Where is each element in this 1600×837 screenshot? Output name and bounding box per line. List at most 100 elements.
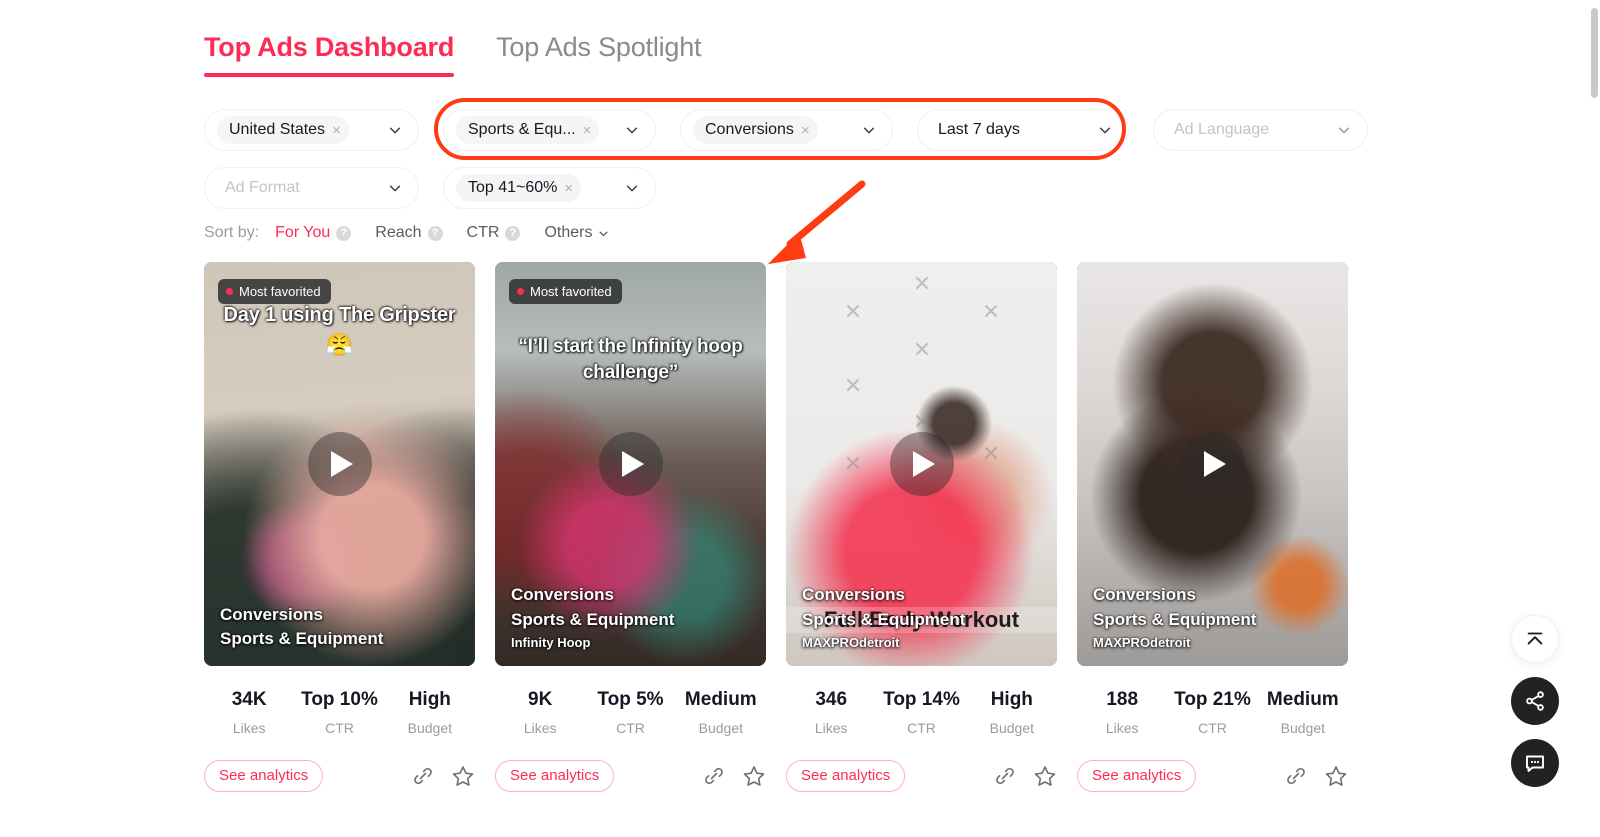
filter-region-label: United States: [229, 121, 326, 138]
see-analytics-button[interactable]: See analytics: [786, 759, 906, 792]
ad-brand: MAXPROdetroit: [1093, 634, 1191, 650]
stat-likes-value: 346: [815, 689, 848, 710]
stat-budget: High Budget: [385, 688, 475, 736]
ad-card-grid: Most favorited Day 1 using The Gripster …: [204, 262, 1348, 792]
filter-industry[interactable]: Sports & Equ... ×: [443, 109, 656, 151]
stat-budget-label: Budget: [1280, 719, 1325, 736]
chevron-down-icon: [389, 127, 401, 134]
play-button[interactable]: [598, 432, 663, 496]
star-icon[interactable]: [742, 764, 766, 788]
filter-industry-remove-icon[interactable]: ×: [582, 123, 592, 138]
stat-likes: 34K Likes: [204, 688, 294, 736]
chevron-down-icon: [626, 185, 638, 192]
sort-option-for-you[interactable]: For You ?: [275, 224, 352, 242]
star-icon[interactable]: [1324, 764, 1348, 788]
see-analytics-button[interactable]: See analytics: [204, 759, 324, 792]
stat-ctr-value: Top 10%: [301, 689, 378, 710]
share-button[interactable]: [1511, 677, 1559, 725]
filter-ad-format-placeholder: Ad Format: [225, 179, 300, 196]
video-emoji: 😤: [325, 332, 354, 357]
ad-action-icons: [1284, 764, 1348, 788]
ad-stats: 346 Likes Top 14% CTR High Budget: [786, 688, 1057, 736]
chevron-down-icon: [599, 231, 609, 236]
sort-option-ctr[interactable]: CTR ?: [467, 224, 521, 242]
filter-objective-remove-icon[interactable]: ×: [800, 123, 810, 138]
ad-action-icons: [702, 764, 766, 788]
help-icon[interactable]: ?: [427, 225, 443, 241]
ad-stats: 9K Likes Top 5% CTR Medium Budget: [495, 688, 766, 736]
filter-likes-range[interactable]: Top 41~60% ×: [443, 167, 656, 209]
tab-top-ads-spotlight[interactable]: Top Ads Spotlight: [496, 32, 701, 77]
play-button[interactable]: [307, 432, 372, 496]
stat-ctr: Top 5% CTR: [585, 688, 675, 736]
filter-region[interactable]: United States ×: [204, 109, 419, 151]
stat-likes: 9K Likes: [495, 688, 585, 736]
filter-row-secondary: Ad Format Top 41~60% ×: [204, 167, 656, 209]
badge-label: Most favorited: [530, 284, 612, 299]
ad-industry: Sports & Equipment: [1093, 609, 1257, 629]
stat-ctr: Top 10% CTR: [294, 688, 384, 736]
filter-likes-range-remove-icon[interactable]: ×: [563, 181, 573, 196]
filter-ad-language-placeholder: Ad Language: [1174, 121, 1270, 138]
stat-budget-value: Medium: [1266, 689, 1339, 710]
scroll-to-top-button[interactable]: [1511, 615, 1559, 663]
filter-ad-language[interactable]: Ad Language: [1153, 109, 1368, 151]
filter-objective-label: Conversions: [705, 121, 794, 138]
stat-ctr: Top 21% CTR: [1167, 688, 1257, 736]
stat-likes-value: 34K: [231, 689, 267, 710]
ad-objective: Conversions: [802, 585, 905, 605]
filter-row-primary: United States × Sports & Equ... × Conver…: [204, 109, 1368, 151]
play-button[interactable]: [889, 432, 954, 496]
filter-date-range[interactable]: Last 7 days: [917, 109, 1129, 151]
stat-likes-label: Likes: [232, 719, 266, 736]
ad-brand: MAXPROdetroit: [802, 634, 900, 650]
see-analytics-button[interactable]: See analytics: [495, 759, 615, 792]
scrollbar-thumb[interactable]: [1591, 8, 1598, 98]
page-scrollbar[interactable]: [1587, 0, 1600, 837]
most-favorited-badge: Most favorited: [218, 279, 331, 304]
link-icon[interactable]: [1284, 764, 1308, 788]
ad-thumbnail[interactable]: Full Body Workout Conversions Sports & E…: [786, 262, 1057, 666]
stat-likes-label: Likes: [523, 719, 557, 736]
help-icon[interactable]: ?: [505, 225, 521, 241]
play-button[interactable]: [1180, 432, 1245, 496]
link-icon[interactable]: [702, 764, 726, 788]
play-icon: [330, 451, 353, 477]
play-icon: [621, 451, 644, 477]
ad-overlay-meta: Conversions Sports & Equipment MAXPROdet…: [1093, 583, 1336, 652]
page-root: Top Ads Dashboard Top Ads Spotlight Unit…: [0, 0, 1600, 837]
star-icon[interactable]: [451, 764, 475, 788]
stat-ctr-value: Top 14%: [883, 689, 960, 710]
play-icon: [1203, 451, 1226, 477]
stat-likes-value: 9K: [528, 689, 553, 710]
ad-thumbnail[interactable]: Most favorited “I’ll start the Infinity …: [495, 262, 766, 666]
ad-actions: See analytics: [204, 759, 475, 792]
feedback-button[interactable]: [1511, 739, 1559, 787]
ad-card: Conversions Sports & Equipment MAXPROdet…: [1077, 262, 1348, 792]
ad-action-icons: [993, 764, 1057, 788]
tab-top-ads-dashboard[interactable]: Top Ads Dashboard: [204, 32, 454, 77]
sort-option-reach[interactable]: Reach ?: [375, 224, 443, 242]
filter-ad-format[interactable]: Ad Format: [204, 167, 419, 209]
stat-ctr-value: Top 5%: [597, 689, 664, 710]
link-icon[interactable]: [411, 764, 435, 788]
stat-likes: 346 Likes: [786, 688, 876, 736]
link-icon[interactable]: [993, 764, 1017, 788]
see-analytics-button[interactable]: See analytics: [1077, 759, 1197, 792]
stat-budget-label: Budget: [698, 719, 743, 736]
ad-industry: Sports & Equipment: [802, 609, 966, 629]
help-icon[interactable]: ?: [336, 225, 352, 241]
stat-ctr-label: CTR: [616, 719, 645, 736]
sort-option-for-you-label: For You: [275, 224, 331, 241]
sort-option-others[interactable]: Others: [544, 224, 609, 242]
sort-option-ctr-label: CTR: [466, 224, 500, 241]
stat-likes: 188 Likes: [1077, 688, 1167, 736]
ad-thumbnail[interactable]: Conversions Sports & Equipment MAXPROdet…: [1077, 262, 1348, 666]
chevron-down-icon: [626, 127, 638, 134]
star-icon[interactable]: [1033, 764, 1057, 788]
filter-objective[interactable]: Conversions ×: [680, 109, 893, 151]
filter-region-remove-icon[interactable]: ×: [331, 123, 341, 138]
ad-thumbnail[interactable]: Most favorited Day 1 using The Gripster …: [204, 262, 475, 666]
badge-dot-icon: [226, 288, 233, 295]
stat-likes-label: Likes: [814, 719, 848, 736]
